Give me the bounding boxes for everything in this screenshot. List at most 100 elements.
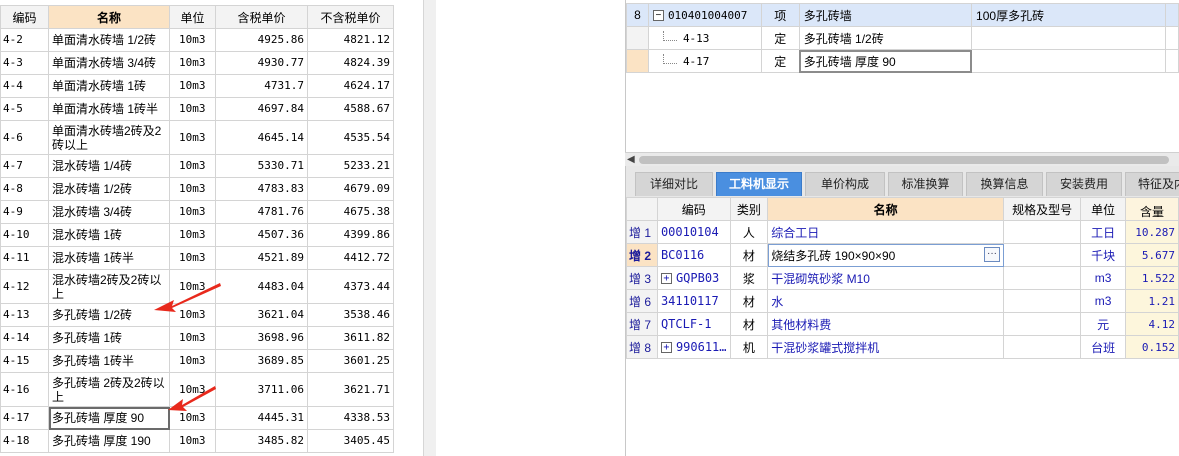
scroll-left-icon[interactable]: ◀ [627, 154, 635, 165]
quota-price-tax-cell[interactable]: 4507.36 [215, 223, 308, 247]
quota-name-cell[interactable]: 混水砖墙 1/4砖 [48, 154, 170, 178]
quota-spec[interactable] [971, 26, 1166, 50]
resource-code-cell[interactable]: 34110117 [656, 289, 731, 313]
quota-price-tax-cell[interactable]: 3711.06 [215, 372, 308, 407]
quota-price-notax-cell[interactable]: 4824.39 [307, 51, 394, 75]
quota-price-notax-cell[interactable]: 3611.82 [307, 326, 394, 350]
quota-row[interactable]: 4-7 混水砖墙 1/4砖 10m3 5330.71 5233.21 [0, 154, 394, 178]
quota-name-cell[interactable]: 混水砖墙 1砖 [48, 223, 170, 247]
quota-price-tax-cell[interactable]: 4783.83 [215, 177, 308, 201]
tab-features[interactable]: 特征及内 [1125, 172, 1179, 196]
quota-price-notax-cell[interactable]: 4624.17 [307, 74, 394, 98]
quota-code-cell[interactable]: 4-13 [647, 26, 762, 50]
quota-code-cell[interactable]: 4-5 [0, 97, 49, 121]
bill-item-spec[interactable]: 100厚多孔砖 [971, 3, 1166, 27]
quota-price-notax-cell[interactable]: 3601.25 [307, 349, 394, 373]
quota-name-editing[interactable]: 多孔砖墙 厚度 90 [798, 49, 973, 73]
quota-price-tax-cell[interactable]: 3689.85 [215, 349, 308, 373]
quota-row[interactable]: 4-10 混水砖墙 1砖 10m3 4507.36 4399.86 [0, 223, 394, 247]
quota-unit-cell[interactable]: 10m3 [169, 223, 216, 247]
quota-price-tax-cell[interactable]: 4521.89 [215, 246, 308, 270]
bill-item-code-cell[interactable]: −010401004007 [647, 3, 762, 27]
quota-row[interactable]: 4-6 单面清水砖墙2砖及2砖以上 10m3 4645.14 4535.54 [0, 120, 394, 155]
scroll-thumb[interactable] [639, 156, 1169, 164]
quota-row[interactable]: 4-9 混水砖墙 3/4砖 10m3 4781.76 4675.38 [0, 200, 394, 224]
resource-name[interactable]: 干混砂浆罐式搅拌机 [767, 335, 1004, 359]
resource-category[interactable]: 材 [729, 312, 769, 336]
quota-name-cell[interactable]: 多孔砖墙 厚度 90 [48, 406, 170, 430]
quota-price-tax-cell[interactable]: 4697.84 [215, 97, 308, 121]
resource-quantity[interactable]: 4.12 [1125, 312, 1179, 336]
quota-price-tax-cell[interactable]: 4483.04 [215, 269, 308, 304]
quota-unit-cell[interactable]: 10m3 [169, 246, 216, 270]
resource-quantity[interactable]: 1.522 [1125, 266, 1179, 290]
resource-code-cell[interactable]: BC0116 [656, 243, 731, 267]
resource-unit[interactable]: m3 [1080, 266, 1127, 290]
quota-price-notax-cell[interactable]: 4338.53 [307, 406, 394, 430]
quota-unit-cell[interactable]: 10m3 [169, 28, 216, 52]
quota-price-notax-cell[interactable]: 3538.46 [307, 303, 394, 327]
quota-code-cell[interactable]: 4-2 [0, 28, 49, 52]
bill-item-name[interactable]: 多孔砖墙 [798, 3, 973, 27]
quota-price-notax-cell[interactable]: 4535.54 [307, 120, 394, 155]
resource-quantity[interactable]: 0.152 [1125, 335, 1179, 359]
resource-row-header[interactable]: 增 8 [626, 335, 658, 359]
quota-price-notax-cell[interactable]: 4675.38 [307, 200, 394, 224]
resource-code-cell[interactable]: 00010104 [656, 220, 731, 244]
quota-code-cell[interactable]: 4-16 [0, 372, 49, 407]
resource-row[interactable]: 增 2 BC0116 材烧结多孔砖 190×90×90 ··· 千块 5.677 [626, 243, 1179, 267]
left-vertical-scrollbar[interactable] [423, 0, 436, 456]
expand-icon[interactable]: + [660, 342, 672, 353]
col-header-name[interactable]: 名称 [767, 197, 1004, 221]
quota-code-cell[interactable]: 4-7 [0, 154, 49, 178]
quota-name-cell[interactable]: 单面清水砖墙 1/2砖 [48, 28, 170, 52]
resource-quantity[interactable]: 1.21 [1125, 289, 1179, 313]
resource-row-header[interactable]: 增 3 [626, 266, 658, 290]
resource-row-header[interactable]: 增 6 [626, 289, 658, 313]
quota-price-notax-cell[interactable]: 4412.72 [307, 246, 394, 270]
quota-name-cell[interactable]: 单面清水砖墙2砖及2砖以上 [48, 120, 170, 155]
col-header-unit[interactable]: 单位 [169, 5, 216, 29]
resource-row[interactable]: 增 7 QTCLF-1 材其他材料费 元 4.12 [626, 312, 1179, 336]
quota-name-cell[interactable]: 混水砖墙 1砖半 [48, 246, 170, 270]
quota-name[interactable]: 多孔砖墙 1/2砖 [798, 26, 973, 50]
quota-item-row[interactable]: 4-13 定 多孔砖墙 1/2砖 [626, 26, 1179, 50]
quota-price-notax-cell[interactable]: 4399.86 [307, 223, 394, 247]
quota-code-cell[interactable]: 4-17 [0, 406, 49, 430]
quota-price-notax-cell[interactable]: 4373.44 [307, 269, 394, 304]
quota-price-tax-cell[interactable]: 4445.31 [215, 406, 308, 430]
resource-name[interactable]: 其他材料费 [767, 312, 1004, 336]
quota-price-tax-cell[interactable]: 3485.82 [215, 429, 308, 453]
quota-price-tax-cell[interactable]: 4930.77 [215, 51, 308, 75]
resource-category[interactable]: 机 [729, 335, 769, 359]
quota-spec[interactable] [971, 49, 1166, 73]
quota-name-cell[interactable]: 混水砖墙 1/2砖 [48, 177, 170, 201]
resource-spec[interactable] [1002, 289, 1082, 313]
col-header-spec[interactable]: 规格及型号 [1002, 197, 1082, 221]
col-header-code[interactable]: 编码 [0, 5, 49, 29]
quota-price-tax-cell[interactable]: 3698.96 [215, 326, 308, 350]
quota-price-tax-cell[interactable]: 4731.7 [215, 74, 308, 98]
quota-code-cell[interactable]: 4-13 [0, 303, 49, 327]
resource-spec[interactable] [1002, 266, 1082, 290]
browse-button[interactable]: ··· [984, 247, 1000, 262]
quota-name-cell[interactable]: 单面清水砖墙 1砖 [48, 74, 170, 98]
resource-row[interactable]: 增 8 +990611… 机干混砂浆罐式搅拌机 台班 0.152 [626, 335, 1179, 359]
resource-category[interactable]: 材 [729, 243, 769, 267]
quota-code-cell[interactable]: 4-15 [0, 349, 49, 373]
collapse-icon[interactable]: − [652, 10, 664, 22]
quota-name-cell[interactable]: 多孔砖墙 2砖及2砖以上 [48, 372, 170, 407]
quota-price-tax-cell[interactable]: 4781.76 [215, 200, 308, 224]
resource-unit[interactable]: 千块 [1080, 243, 1127, 267]
resource-spec[interactable] [1002, 220, 1082, 244]
quota-code-cell[interactable]: 4-17 [647, 49, 762, 73]
quota-row[interactable]: 4-14 多孔砖墙 1砖 10m3 3698.96 3611.82 [0, 326, 394, 350]
resource-row-header[interactable]: 增 1 [626, 220, 658, 244]
tab-conversion-info[interactable]: 换算信息 [966, 172, 1043, 196]
resource-category[interactable]: 浆 [729, 266, 769, 290]
quota-row[interactable]: 4-11 混水砖墙 1砖半 10m3 4521.89 4412.72 [0, 246, 394, 270]
horizontal-scrollbar[interactable]: ◀ [625, 152, 1179, 166]
quota-name-cell[interactable]: 混水砖墙 3/4砖 [48, 200, 170, 224]
col-header-price-tax[interactable]: 含税单价 [215, 5, 308, 29]
resource-name[interactable]: 水 [767, 289, 1004, 313]
